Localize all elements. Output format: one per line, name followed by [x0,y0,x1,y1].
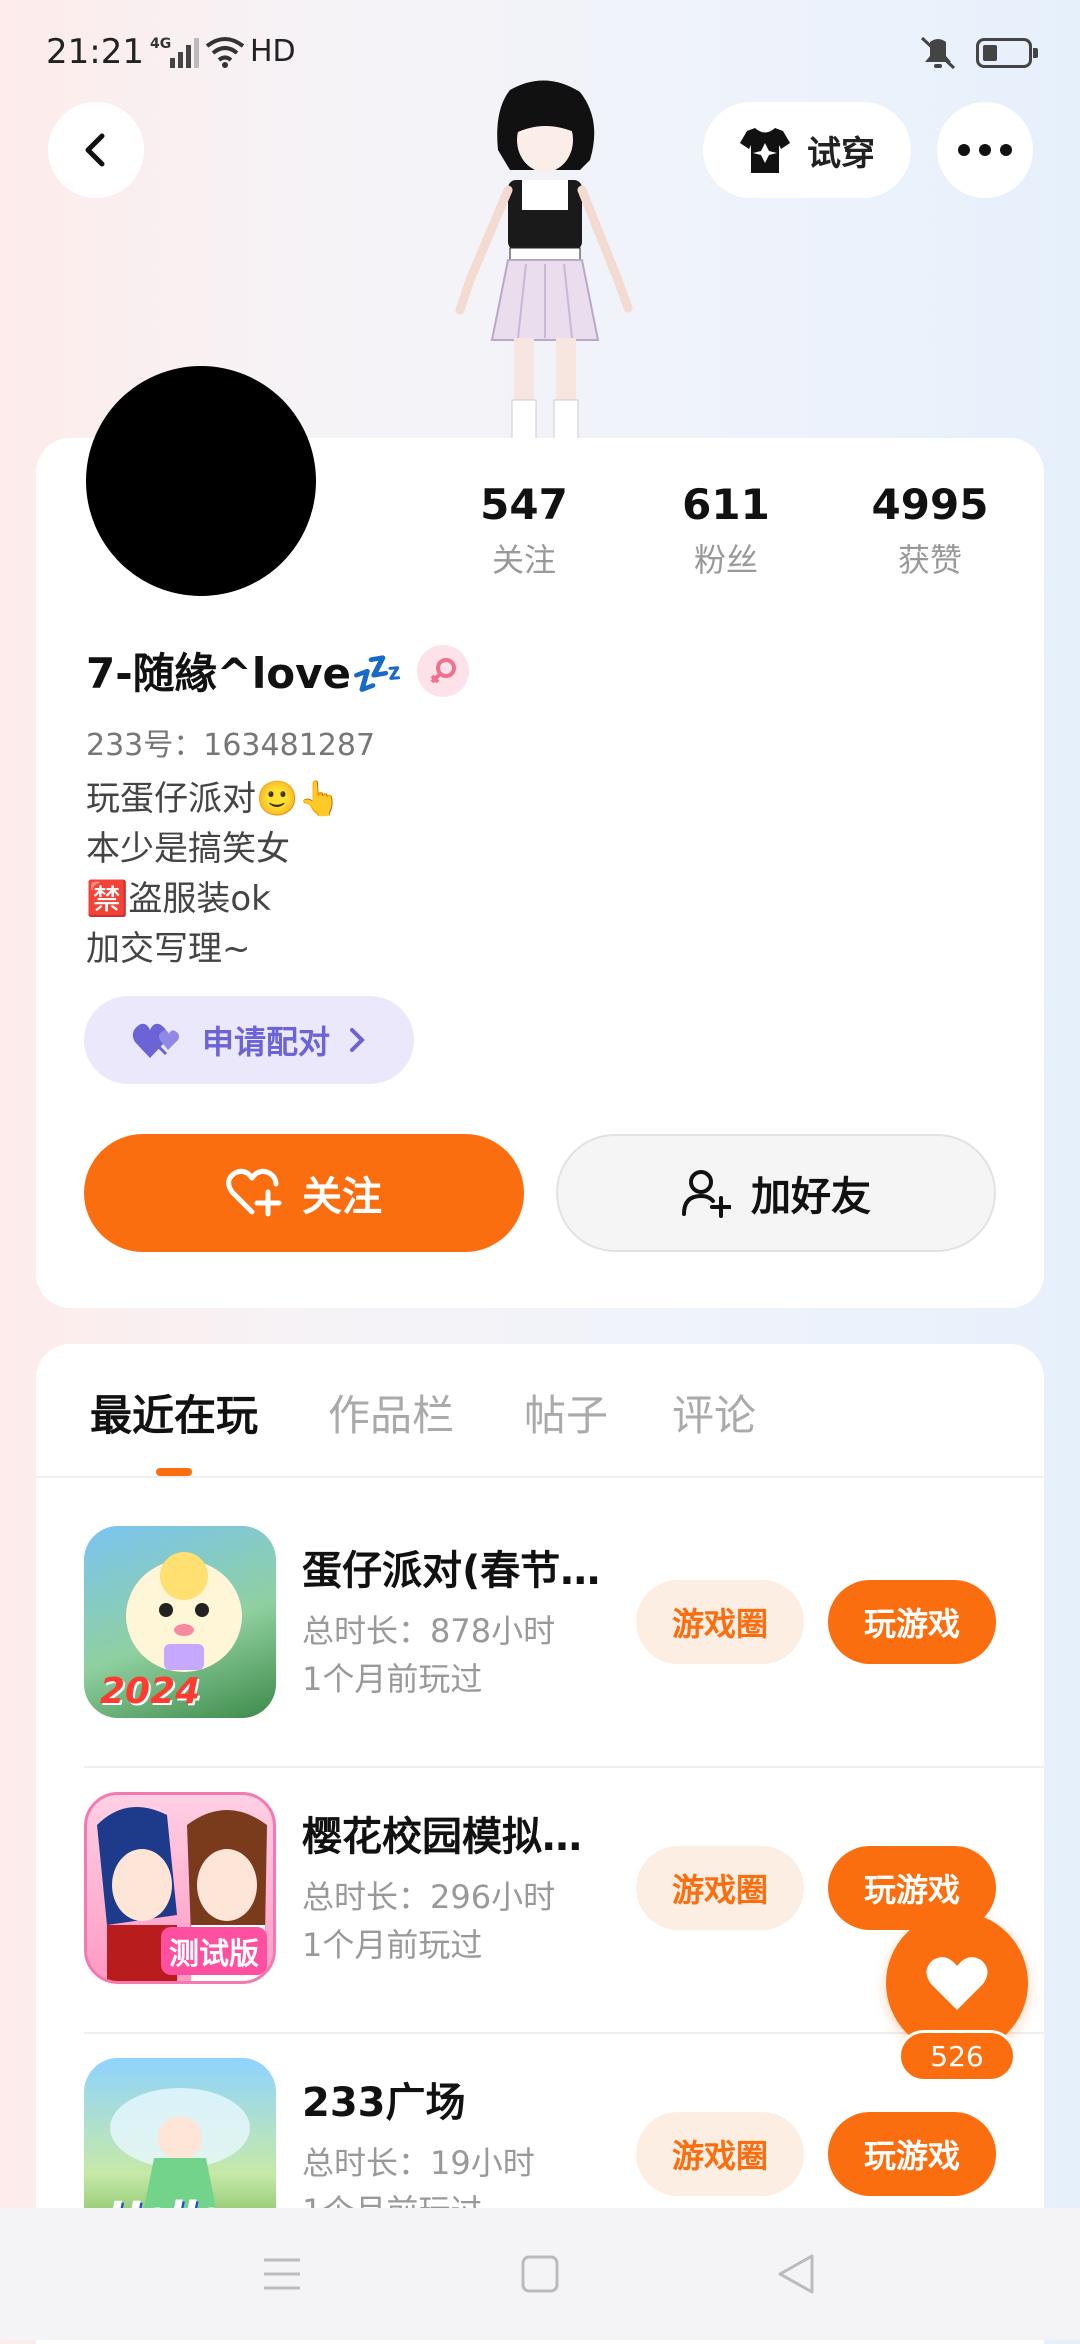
list-item[interactable]: 2024 蛋仔派对(春节… 总时长：878小时 1个月前玩过 游戏圈 玩游戏 [36,1502,1044,1768]
stat-value: 611 [682,480,770,529]
more-button[interactable] [937,102,1033,198]
navigation-bar [0,2208,1080,2340]
heart-icon [926,1957,988,2010]
tshirt-icon [740,128,790,173]
tab-recently-played[interactable]: 最近在玩 [90,1382,258,1443]
game-title: 蛋仔派对(春节… [302,1548,601,1594]
stat-label: 关注 [491,541,556,579]
game-last-played: 1个月前玩过 [302,1660,483,1698]
back-triangle-icon[interactable] [766,2244,826,2304]
game-icon: 2024 [84,1526,276,1718]
user-add-icon [682,1170,731,1218]
hd-indicator: HD [250,34,296,69]
request-pair-label: 申请配对 [201,1023,330,1061]
back-arrow-icon [85,133,105,167]
add-friend-label: 加好友 [751,1174,871,1220]
username: 7-随緣^love💤 [86,649,404,698]
bio-line: 加交写理~ [86,929,251,969]
stat-label: 获赞 [897,541,962,579]
game-circle-button[interactable]: 游戏圈 [636,2112,804,2196]
avatar[interactable] [86,366,316,596]
battery-icon [976,38,1038,68]
stat-followers[interactable]: 611 粉丝 [646,480,806,581]
chevron-right-icon [350,1028,365,1052]
game-icon-text: 2024 [100,1671,201,1712]
tab-posts[interactable]: 帖子 [524,1382,608,1443]
tab-works[interactable]: 作品栏 [328,1382,454,1443]
add-friend-button[interactable]: 加好友 [556,1134,996,1252]
menu-icon[interactable] [252,2244,312,2304]
divider [36,1476,1044,1478]
request-pair-button[interactable]: 申请配对 [84,996,414,1084]
stat-likes[interactable]: 4995 获赞 [850,480,1010,581]
try-on-label: 试穿 [807,133,875,174]
game-playtime: 总时长：878小时 [302,1612,556,1650]
game-title: 樱花校园模拟… [302,1814,582,1860]
game-circle-button[interactable]: 游戏圈 [636,1580,804,1664]
bio-line: 🈲盗服装ok [86,879,271,919]
try-on-button[interactable]: 试穿 [703,102,911,198]
bio-line: 本少是搞笑女 [86,829,290,869]
game-circle-button[interactable]: 游戏圈 [636,1846,804,1930]
back-button[interactable] [48,102,144,198]
username-row: 7-随緣^love💤 [86,640,470,701]
female-icon [417,644,470,697]
avatar-character [455,80,633,440]
play-game-button[interactable]: 玩游戏 [828,2112,996,2196]
stat-label: 粉丝 [693,541,758,579]
home-square-icon[interactable] [510,2244,570,2304]
like-count: 526 [898,2030,1016,2082]
bio-line: 玩蛋仔派对🙂👆 [86,779,341,819]
user-id: 233号：163481287 [86,728,376,763]
heart-plus-icon [226,1168,282,1217]
game-icon-text: 测试版 [161,1927,267,1975]
game-playtime: 总时长：296小时 [302,1878,556,1916]
tab-indicator [156,1468,192,1476]
tab-comments[interactable]: 评论 [672,1382,756,1443]
follow-label: 关注 [302,1174,382,1220]
game-icon: 测试版 [84,1792,276,1984]
stat-value: 547 [480,480,568,529]
game-playtime: 总时长：19小时 [302,2144,535,2182]
stat-following[interactable]: 547 关注 [444,480,604,581]
hearts-icon [132,1023,179,1058]
signal-icon [170,38,199,68]
play-game-button[interactable]: 玩游戏 [828,1580,996,1664]
bio: 玩蛋仔派对🙂👆 本少是搞笑女 🈲盗服装ok 加交写理~ [86,774,341,974]
mute-icon [920,36,956,70]
wifi-icon [205,37,245,68]
follow-button[interactable]: 关注 [84,1134,524,1252]
status-time: 21:21 [46,32,144,72]
game-last-played: 1个月前玩过 [302,1926,483,1964]
game-title: 233广场 [302,2080,466,2126]
more-dots-icon [958,144,1012,156]
stat-value: 4995 [871,480,989,529]
